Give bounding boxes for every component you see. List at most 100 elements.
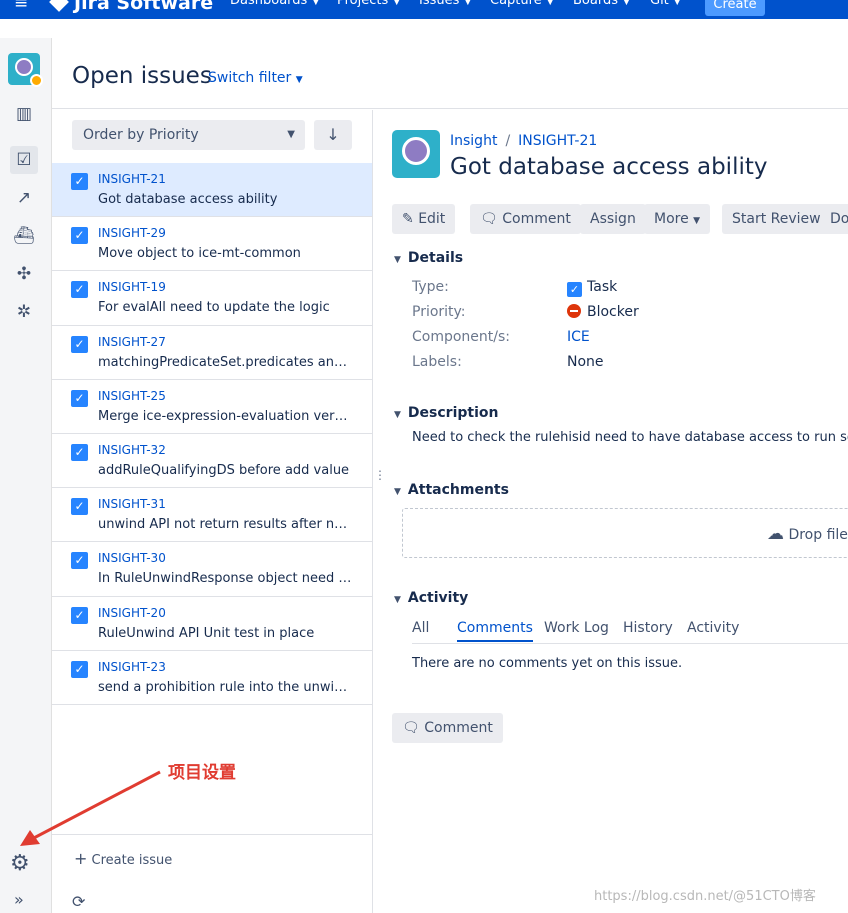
issue-summary: RuleUnwind API Unit test in place [98,625,315,641]
component-link[interactable]: ICE [567,329,590,345]
tab-history[interactable]: History [623,620,673,636]
pencil-icon: ✎ [402,211,414,227]
reports-icon[interactable]: ↗ [10,184,38,212]
issue-key[interactable]: INSIGHT-19 [98,280,166,294]
priority-value-text: Blocker [587,304,639,320]
issue-list-item[interactable]: ✓ INSIGHT-23 send a prohibition rule int… [52,651,372,705]
start-review-button[interactable]: Start Review [722,204,831,234]
issue-key[interactable]: INSIGHT-29 [98,226,166,240]
issue-key[interactable]: INSIGHT-20 [98,606,166,620]
refresh-icon[interactable]: ⟳ [72,892,85,911]
blocker-priority-icon [567,304,581,318]
switch-filter-button[interactable]: Switch filter ▼ [208,70,303,86]
nav-capture[interactable]: Capture ▼ [490,0,554,8]
nav-boards[interactable]: Boards ▼ [573,0,630,8]
edit-button-label: Edit [418,211,446,227]
tabs-divider [412,643,848,644]
task-type-icon: ✓ [71,606,88,624]
sort-direction-button[interactable]: ↓ [314,120,352,150]
activity-section-toggle[interactable]: ▼ Activity [394,590,468,606]
more-button[interactable]: More ▼ [644,204,711,234]
attachment-dropzone[interactable]: ☁ Drop file [402,508,848,558]
issue-summary: In RuleUnwindResponse object need to ... [98,571,352,587]
task-type-icon: ✓ [71,660,88,678]
issues-icon[interactable]: ☑ [10,146,38,174]
details-section-toggle[interactable]: ▼ Details [394,250,463,266]
activity-heading: Activity [407,590,469,606]
top-navigation-bar: ≡ Jira Software Dashboards ▼ Projects ▼ Is… [0,0,848,19]
issue-list-item[interactable]: ✓ INSIGHT-30 In RuleUnwindResponse objec… [52,542,372,597]
issue-key[interactable]: INSIGHT-25 [98,389,166,403]
issue-key[interactable]: INSIGHT-21 [98,172,166,186]
description-text[interactable]: Need to check the rulehisid need to have… [412,430,848,445]
comment-button-label: Comment [502,211,571,227]
nav-git[interactable]: Git ▼ [650,0,681,8]
drop-files-text: Drop file [788,527,848,543]
labels-value: None [567,354,604,370]
nav-issues[interactable]: Issues ▼ [419,0,471,8]
issue-list-item[interactable]: ✓ INSIGHT-27 matchingPredicateSet.predic… [52,326,372,380]
project-avatar-image [402,137,430,165]
annotation-arrow [20,770,161,846]
page-title: Open issues [72,63,212,89]
task-type-icon: ✓ [567,282,582,297]
chevron-down-icon: ▼ [394,410,401,420]
jira-logo[interactable]: Jira Software [49,0,214,14]
issue-key[interactable]: INSIGHT-31 [98,497,166,511]
releases-icon[interactable]: ⛴ [10,222,38,250]
details-heading: Details [407,250,464,266]
bug-icon[interactable]: ✲ [10,298,38,326]
chevron-down-icon: ▼ [464,0,472,7]
backlog-icon[interactable]: ▥ [10,100,38,128]
issue-list-item[interactable]: ✓ INSIGHT-31 unwind API not return resul… [52,488,372,543]
issue-list-item[interactable]: ✓ INSIGHT-19 For evalAll need to update … [52,271,372,326]
description-section-toggle[interactable]: ▼ Description [394,405,498,421]
nav-dashboards[interactable]: Dashboards ▼ [230,0,319,8]
task-type-icon: ✓ [71,552,88,570]
page-header: Open issues Switch filter ▼ [52,38,848,109]
chevron-down-icon: ▼ [546,0,554,7]
issue-summary: For evalAll need to update the logic [98,300,330,316]
issue-summary: send a prohibition rule into the unwind … [98,679,352,695]
tab-all[interactable]: All [412,620,429,636]
tab-comments[interactable]: Comments [457,620,533,642]
app-switcher-icon[interactable]: ≡ [14,0,28,13]
nav-projects[interactable]: Projects ▼ [337,0,400,8]
issue-summary: Got database access ability [98,192,278,207]
issue-key[interactable]: INSIGHT-30 [98,551,166,565]
jira-logo-text: Jira Software [74,0,214,14]
done-button[interactable]: Do [820,204,848,234]
project-avatar [392,130,440,178]
add-ons-icon[interactable]: ✣ [10,260,38,288]
create-button[interactable]: Create [705,0,765,16]
project-badge-icon [30,74,43,87]
arrow-down-icon: ↓ [326,125,340,144]
issue-list-item[interactable]: ✓ INSIGHT-29 Move object to ice-mt-commo… [52,217,372,272]
order-by-select[interactable]: Order by Priority ▼ [72,120,305,150]
issue-list-item[interactable]: ✓ INSIGHT-20 RuleUnwind API Unit test in… [52,597,372,651]
breadcrumb-project-link[interactable]: Insight [450,133,497,149]
expand-sidebar-icon[interactable]: » [14,890,24,909]
issue-title[interactable]: Got database access ability [450,154,767,180]
issue-list: ✓ INSIGHT-21 Got database access ability… [52,163,372,705]
issue-list-item[interactable]: ✓ INSIGHT-25 Merge ice-expression-evalua… [52,380,372,434]
nav-projects-label: Projects [337,0,389,8]
nav-git-label: Git [650,0,669,8]
add-comment-button[interactable]: 🗨 Comment [392,713,503,743]
jira-logo-icon [49,0,69,12]
edit-button[interactable]: ✎ Edit [392,204,456,234]
project-avatar[interactable] [8,53,43,87]
nav-boards-label: Boards [573,0,618,8]
breadcrumb-issue-link[interactable]: INSIGHT-21 [518,133,597,149]
type-label: Type: [412,279,449,295]
tab-work-log[interactable]: Work Log [544,620,609,636]
issue-list-item[interactable]: ✓ INSIGHT-21 Got database access ability [52,163,372,218]
issue-key[interactable]: INSIGHT-32 [98,443,166,457]
tab-activity[interactable]: Activity [687,620,739,636]
issue-list-item[interactable]: ✓ INSIGHT-32 addRuleQualifyingDS before … [52,434,372,489]
comment-button[interactable]: 🗨 Comment [470,204,581,234]
attachments-section-toggle[interactable]: ▼ Attachments [394,482,509,498]
assign-button[interactable]: Assign [580,204,646,234]
issue-key[interactable]: INSIGHT-27 [98,335,166,349]
issue-key[interactable]: INSIGHT-23 [98,660,166,674]
